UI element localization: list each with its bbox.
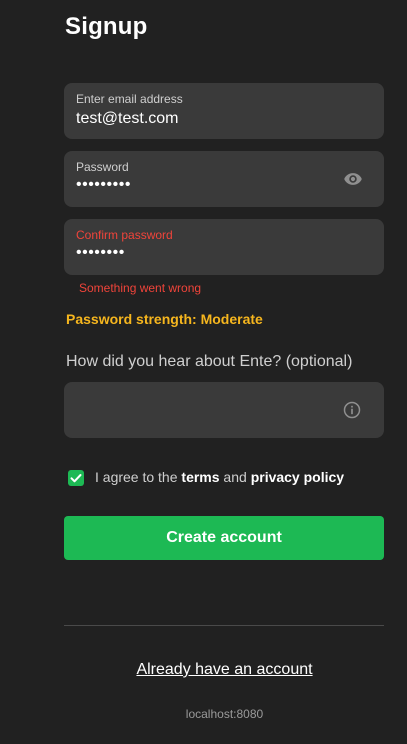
agree-prefix: I agree to the bbox=[95, 469, 182, 485]
referral-label: How did you hear about Ente? (optional) bbox=[66, 353, 353, 370]
check-icon bbox=[70, 474, 82, 483]
password-strength: Password strength: Moderate bbox=[66, 311, 263, 327]
referral-input[interactable] bbox=[64, 382, 384, 438]
password-field-value[interactable]: ••••••••• bbox=[76, 176, 131, 194]
create-account-button[interactable]: Create account bbox=[64, 516, 384, 560]
terms-link[interactable]: terms bbox=[181, 469, 219, 485]
divider bbox=[64, 625, 384, 626]
info-icon[interactable] bbox=[342, 400, 362, 420]
signup-page: Signup Enter email address test@test.com… bbox=[0, 0, 407, 744]
password-field[interactable]: Password ••••••••• bbox=[64, 151, 384, 207]
confirm-password-field[interactable]: Confirm password •••••••• bbox=[64, 219, 384, 275]
confirm-password-error: Something went wrong bbox=[79, 281, 202, 295]
confirm-password-label: Confirm password bbox=[76, 228, 173, 242]
agree-checkbox[interactable] bbox=[68, 470, 84, 486]
host-label: localhost:8080 bbox=[185, 707, 264, 721]
email-field[interactable]: Enter email address test@test.com bbox=[64, 83, 384, 139]
agree-and: and bbox=[219, 469, 251, 485]
page-title: Signup bbox=[65, 13, 148, 40]
password-field-label: Password bbox=[76, 160, 129, 174]
agree-text: I agree to the terms and privacy policy bbox=[95, 469, 344, 485]
eye-icon[interactable] bbox=[342, 169, 364, 189]
email-field-label: Enter email address bbox=[76, 92, 183, 106]
confirm-password-value[interactable]: •••••••• bbox=[76, 244, 125, 262]
email-field-value[interactable]: test@test.com bbox=[76, 110, 179, 128]
login-link[interactable]: Already have an account bbox=[0, 661, 407, 679]
privacy-policy-link[interactable]: privacy policy bbox=[251, 469, 344, 485]
